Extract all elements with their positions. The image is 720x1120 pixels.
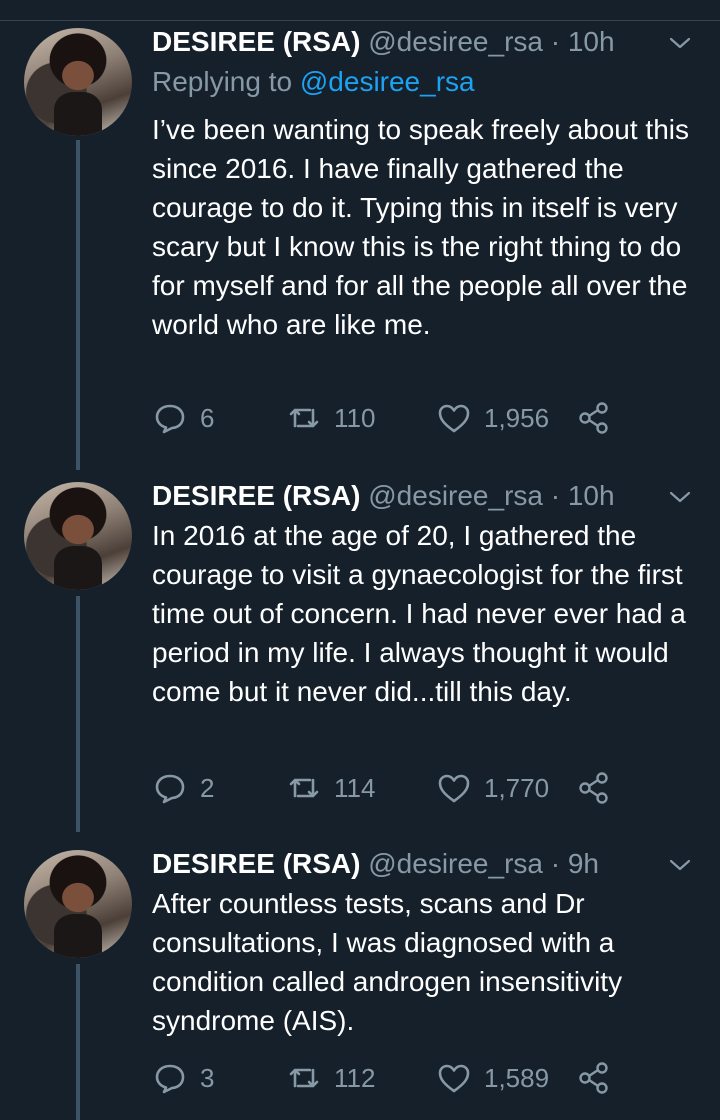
handle-and-time[interactable]: @desiree_rsa · 10h (368, 26, 614, 57)
avatar[interactable] (24, 850, 132, 958)
like-icon (438, 404, 470, 433)
share-icon (579, 1062, 608, 1094)
tweet-text: After countless tests, scans and Dr cons… (152, 888, 623, 1036)
share-button[interactable] (576, 398, 612, 438)
retweet-count: 112 (334, 1062, 376, 1093)
tweet[interactable]: DESIREE (RSA) @desiree_rsa · 10h Replyin… (0, 22, 720, 452)
handle-and-time[interactable]: @desiree_rsa · 10h (368, 480, 614, 511)
tweet-actions: 6 110 1,956 (152, 398, 632, 438)
reply-icon (155, 404, 185, 434)
reply-button[interactable]: 2 (152, 768, 214, 808)
top-divider (0, 20, 720, 21)
retweet-count: 114 (334, 772, 376, 803)
share-button[interactable] (576, 1058, 612, 1098)
reply-count: 6 (200, 402, 215, 433)
like-count: 1,956 (484, 402, 550, 433)
share-icon (579, 772, 608, 804)
tweet-text: I’ve been wanting to speak freely about … (152, 114, 690, 340)
tweet-actions: 2 114 1,770 (152, 768, 632, 808)
replying-to-label: Replying to (152, 66, 300, 97)
retweet-icon (289, 778, 319, 798)
tweet-header: DESIREE (RSA) @desiree_rsa · 10h (152, 22, 615, 62)
retweet-icon (289, 408, 319, 428)
chevron-down-icon[interactable] (668, 854, 692, 878)
avatar[interactable] (24, 28, 132, 136)
avatar[interactable] (24, 482, 132, 590)
reply-button[interactable]: 6 (152, 398, 214, 438)
chevron-down-icon[interactable] (668, 32, 692, 56)
retweet-button[interactable]: 114 (286, 768, 375, 808)
like-button[interactable]: 1,770 (436, 768, 549, 808)
share-icon (579, 402, 608, 434)
replying-to-link[interactable]: @desiree_rsa (300, 66, 475, 97)
reply-icon (155, 774, 185, 804)
tweet-header: DESIREE (RSA) @desiree_rsa · 10h (152, 476, 615, 516)
chevron-down-icon[interactable] (668, 486, 692, 510)
replying-to: Replying to @desiree_rsa (152, 62, 475, 102)
tweet-text: In 2016 at the age of 20, I gathered the… (152, 520, 686, 707)
reply-count: 2 (200, 772, 215, 803)
display-name[interactable]: DESIREE (RSA) (152, 26, 360, 57)
tweet-actions: 3 112 1,589 (152, 1058, 632, 1098)
tweet-header: DESIREE (RSA) @desiree_rsa · 9h (152, 844, 599, 884)
handle-and-time[interactable]: @desiree_rsa · 9h (368, 848, 599, 879)
like-icon (438, 1064, 470, 1093)
like-count: 1,770 (484, 772, 550, 803)
like-count: 1,589 (484, 1062, 550, 1093)
display-name[interactable]: DESIREE (RSA) (152, 848, 360, 879)
retweet-button[interactable]: 112 (286, 1058, 375, 1098)
retweet-button[interactable]: 110 (286, 398, 375, 438)
reply-count: 3 (200, 1062, 215, 1093)
tweet[interactable]: DESIREE (RSA) @desiree_rsa · 9h After co… (0, 844, 720, 1104)
tweet[interactable]: DESIREE (RSA) @desiree_rsa · 10h In 2016… (0, 476, 720, 816)
display-name[interactable]: DESIREE (RSA) (152, 480, 360, 511)
like-button[interactable]: 1,956 (436, 398, 549, 438)
reply-icon (155, 1064, 185, 1094)
like-button[interactable]: 1,589 (436, 1058, 549, 1098)
retweet-icon (289, 1068, 319, 1088)
share-button[interactable] (576, 768, 612, 808)
like-icon (438, 774, 470, 803)
reply-button[interactable]: 3 (152, 1058, 214, 1098)
retweet-count: 110 (334, 402, 376, 433)
